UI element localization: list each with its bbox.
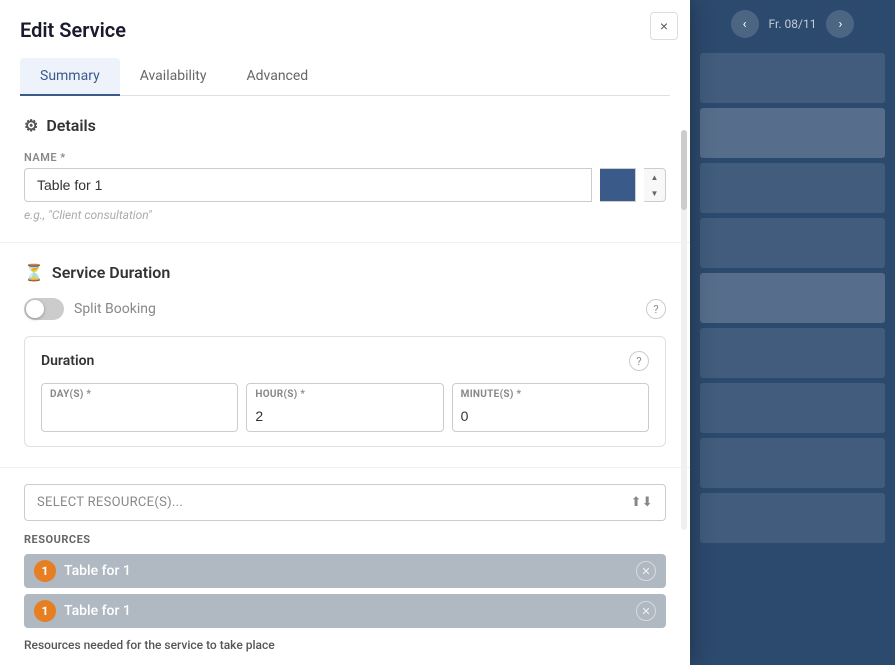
resource-tag-1: 1 Table for 1 ✕ <box>24 554 666 588</box>
duration-title-row: Duration ? <box>41 351 649 371</box>
background-calendar: ‹ Fr. 08/11 › <box>690 0 895 665</box>
toggle-knob <box>26 300 44 318</box>
modal-title: Edit Service <box>20 18 670 42</box>
bg-cell-5 <box>700 273 885 323</box>
tabs: Summary Availability Advanced <box>20 58 670 96</box>
resource-remove-1[interactable]: ✕ <box>636 561 656 581</box>
bg-cell-2 <box>700 108 885 158</box>
service-duration-section: ⏳ Service Duration Split Booking ? Durat… <box>0 243 690 468</box>
name-field-hint: e.g., "Client consultation" <box>24 208 666 222</box>
resource-remove-2[interactable]: ✕ <box>636 601 656 621</box>
color-arrow-down[interactable]: ▼ <box>644 185 665 201</box>
resources-label: RESOURCES <box>24 533 666 546</box>
name-input[interactable] <box>24 168 592 202</box>
split-booking-label: Split Booking <box>74 301 156 317</box>
scroll-bar <box>681 130 687 530</box>
details-section: ⚙ Details NAME * ▲ ▼ e.g., "Client consu… <box>0 96 690 243</box>
bg-nav-next: › <box>826 10 854 38</box>
name-field-row: ▲ ▼ <box>24 168 666 202</box>
split-booking-row: Split Booking ? <box>24 298 666 320</box>
toggle-left: Split Booking <box>24 298 156 320</box>
days-label: DAY(S) * <box>42 384 237 402</box>
color-picker-arrows[interactable]: ▲ ▼ <box>644 168 666 202</box>
days-field: DAY(S) * <box>41 383 238 432</box>
resource-badge-2: 1 <box>34 600 56 622</box>
dropdown-arrow-icon: ⬆⬇ <box>631 495 653 510</box>
minutes-label: MINUTE(S) * <box>453 384 648 402</box>
hours-input[interactable] <box>247 404 443 430</box>
scroll-thumb[interactable] <box>681 130 687 210</box>
name-field-label: NAME * <box>24 151 666 164</box>
modal-body[interactable]: ⚙ Details NAME * ▲ ▼ e.g., "Client consu… <box>0 96 690 665</box>
minutes-input-row: ▲ ▼ <box>453 402 648 431</box>
resources-section: SELECT RESOURCE(S)... ⬆⬇ RESOURCES 1 Tab… <box>0 468 690 665</box>
hours-input-row: ▲ ▼ <box>247 402 442 431</box>
minutes-input[interactable] <box>453 404 649 430</box>
tab-availability[interactable]: Availability <box>120 58 227 96</box>
hours-field: HOUR(S) * ▲ ▼ <box>246 383 443 432</box>
details-icon: ⚙ <box>24 116 38 135</box>
duration-help-icon[interactable]: ? <box>629 351 649 371</box>
minutes-field: MINUTE(S) * ▲ ▼ <box>452 383 649 432</box>
bg-cell-4 <box>700 218 885 268</box>
bg-cell-7 <box>700 383 885 433</box>
bg-cell-9 <box>700 493 885 543</box>
resource-name-2: Table for 1 <box>64 603 628 619</box>
resources-note: Resources needed for the service to take… <box>24 638 666 652</box>
resource-tag-2: 1 Table for 1 ✕ <box>24 594 666 628</box>
bg-cell-6 <box>700 328 885 378</box>
bg-nav-prev: ‹ <box>731 10 759 38</box>
tab-summary[interactable]: Summary <box>20 58 120 96</box>
close-button[interactable]: × <box>650 12 678 40</box>
bg-cell-3 <box>700 163 885 213</box>
service-duration-title: ⏳ Service Duration <box>24 263 666 282</box>
bg-date-label: Fr. 08/11 <box>769 17 817 31</box>
select-placeholder: SELECT RESOURCE(S)... <box>37 495 183 510</box>
duration-fields: DAY(S) * HOUR(S) * ▲ ▼ <box>41 383 649 432</box>
duration-title: Duration <box>41 353 94 369</box>
days-input[interactable] <box>42 402 238 428</box>
tab-advanced[interactable]: Advanced <box>227 58 329 96</box>
days-input-row <box>42 402 237 428</box>
modal-header: Edit Service Summary Availability Advanc… <box>0 0 690 96</box>
hourglass-icon: ⏳ <box>24 263 44 282</box>
select-resources-dropdown[interactable]: SELECT RESOURCE(S)... ⬆⬇ <box>24 484 666 521</box>
bg-cell-8 <box>700 438 885 488</box>
duration-box: Duration ? DAY(S) * HOUR(S) * <box>24 336 666 447</box>
resource-name-1: Table for 1 <box>64 563 628 579</box>
details-title: ⚙ Details <box>24 116 666 135</box>
split-booking-help-icon[interactable]: ? <box>646 299 666 319</box>
resource-badge-1: 1 <box>34 560 56 582</box>
bg-cell-1 <box>700 53 885 103</box>
split-booking-toggle[interactable] <box>24 298 64 320</box>
edit-service-modal: Edit Service Summary Availability Advanc… <box>0 0 690 665</box>
color-picker-button[interactable] <box>600 168 636 202</box>
hours-label: HOUR(S) * <box>247 384 442 402</box>
color-arrow-up[interactable]: ▲ <box>644 169 665 185</box>
